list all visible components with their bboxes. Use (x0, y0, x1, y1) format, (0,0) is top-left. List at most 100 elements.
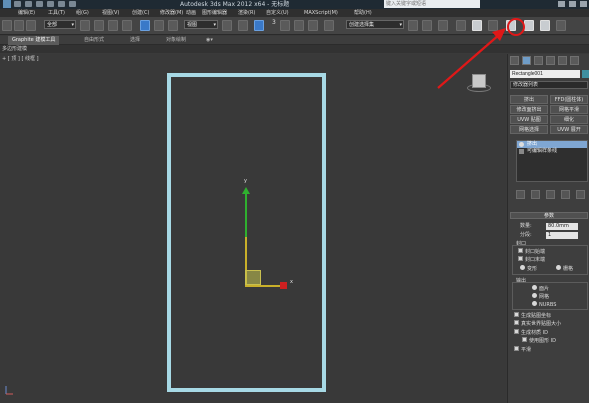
modifier-button-unwrap-uvw[interactable]: UVW 展开 (550, 125, 588, 134)
curve-editor-icon[interactable] (472, 20, 482, 31)
render-setup-icon[interactable] (524, 20, 534, 31)
object-color-swatch[interactable] (582, 70, 589, 78)
viewcube[interactable] (467, 72, 491, 94)
graphite-toggle-icon[interactable] (456, 20, 466, 31)
real-world-map-size-checkbox[interactable]: 真实世界贴图大小 (514, 320, 561, 328)
minimize-icon[interactable] (558, 1, 565, 7)
redo-icon[interactable] (58, 1, 65, 7)
modifier-button-meshsmooth[interactable]: 网格平滑 (550, 105, 588, 114)
ribbon-options-icon[interactable]: ◉▾ (206, 36, 213, 45)
polygon-modeling-label[interactable]: 多边形建模 (2, 45, 27, 53)
gen-material-ids-checkbox[interactable]: 生成材质 ID (514, 329, 548, 337)
viewport-label[interactable]: + [ 顶 ] [ 线框 ] (2, 55, 39, 62)
modifier-button-uvw-map[interactable]: UVW 贴图 (510, 115, 548, 124)
tab-graphite-modeling[interactable]: Graphite 建模工具 (8, 36, 60, 45)
tab-freeform[interactable]: 自由形式 (84, 36, 104, 45)
select-object-icon[interactable] (80, 20, 90, 31)
app-logo-icon[interactable] (3, 0, 11, 8)
select-and-move-icon[interactable] (140, 20, 150, 31)
modifier-list-dropdown[interactable]: 修改器列表 (510, 81, 588, 89)
display-tab-icon[interactable] (558, 56, 567, 65)
named-selection-dropdown[interactable]: 创建选择集 ▾ (346, 20, 404, 29)
keyboard-shortcut-override-icon[interactable] (254, 20, 264, 31)
parameters-rollout-header[interactable]: 参数 (510, 212, 588, 219)
remove-modifier-icon[interactable] (561, 190, 570, 199)
rectangular-selection-icon[interactable] (108, 20, 118, 31)
open-file-icon[interactable] (25, 1, 32, 7)
maximize-icon[interactable] (569, 1, 576, 7)
bind-space-warp-icon[interactable] (26, 20, 36, 31)
menu-modifiers[interactable]: 修改器(M) (160, 9, 183, 17)
stack-item-editable-spline[interactable]: 可编辑样条线 (517, 148, 587, 155)
gen-mapping-coords-checkbox[interactable]: 生成贴图坐标 (514, 312, 551, 320)
utilities-tab-icon[interactable] (570, 56, 579, 65)
menu-animation[interactable]: 动画 (186, 9, 196, 17)
edit-named-selection-icon[interactable] (324, 20, 334, 31)
select-by-name-icon[interactable] (94, 20, 104, 31)
modify-tab-icon[interactable] (522, 56, 531, 65)
amount-input[interactable]: 80.0mm (546, 223, 578, 230)
smooth-checkbox[interactable]: 平滑 (514, 346, 531, 354)
select-and-scale-icon[interactable] (168, 20, 178, 31)
gizmo-y-axis[interactable] (245, 193, 247, 238)
save-icon[interactable] (36, 1, 43, 7)
modifier-button-ffd-cyl[interactable]: FFD(圆柱体) (550, 95, 588, 104)
modifier-button-extrude[interactable]: 挤出 (510, 95, 548, 104)
align-icon[interactable] (422, 20, 432, 31)
cap-start-checkbox[interactable]: 封口始端 (518, 248, 545, 256)
rendered-frame-window-icon[interactable] (540, 20, 550, 31)
pivot-center-icon[interactable] (222, 20, 232, 31)
menu-maxscript[interactable]: MAXScript(M) (304, 9, 338, 17)
tab-selection[interactable]: 选择 (130, 36, 140, 45)
nurbs-radio[interactable]: NURBS (532, 301, 556, 309)
patch-radio[interactable]: 面片 (532, 285, 549, 293)
new-file-icon[interactable] (14, 1, 21, 7)
tab-object-paint[interactable]: 对象绘制 (166, 36, 186, 45)
mesh-radio[interactable]: 网格 (532, 293, 549, 301)
object-name-field[interactable] (510, 70, 580, 78)
modifier-button-face-extrude[interactable]: 修改面挤出 (510, 105, 548, 114)
cap-end-checkbox[interactable]: 封口末端 (518, 256, 545, 264)
spinner-snap-icon[interactable] (308, 20, 318, 31)
close-icon[interactable] (580, 1, 587, 7)
reference-coordinate-dropdown[interactable]: 视图 ▾ (184, 20, 218, 29)
menu-views[interactable]: 视图(V) (102, 9, 119, 17)
viewport-top[interactable]: + [ 顶 ] [ 线框 ] y x (0, 54, 506, 403)
select-and-rotate-icon[interactable] (154, 20, 164, 31)
render-production-icon[interactable] (556, 20, 566, 31)
angle-snap-icon[interactable] (280, 20, 290, 31)
gizmo-x-axis[interactable] (245, 285, 281, 287)
hierarchy-tab-icon[interactable] (534, 56, 543, 65)
layer-manager-icon[interactable] (438, 20, 448, 31)
link-icon[interactable] (14, 20, 24, 31)
morph-radio[interactable]: 变形 (520, 265, 537, 273)
menu-create[interactable]: 创建(C) (132, 9, 149, 17)
modifier-button-tessellate[interactable]: 细化 (550, 115, 588, 124)
snap-toggle-label[interactable]: 3 (272, 19, 276, 26)
menu-group[interactable]: 组(G) (76, 9, 89, 17)
stack-item-extrude[interactable]: 挤出 (517, 141, 587, 148)
modifier-button-mesh-select[interactable]: 网格选择 (510, 125, 548, 134)
menu-customize[interactable]: 自定义(U) (266, 9, 289, 17)
window-crossing-icon[interactable] (122, 20, 132, 31)
use-shape-ids-checkbox[interactable]: 使用图形 ID (522, 337, 556, 345)
undo-icon[interactable] (47, 1, 54, 7)
motion-tab-icon[interactable] (546, 56, 555, 65)
create-tab-icon[interactable] (510, 56, 519, 65)
undo-tool-icon[interactable] (2, 20, 12, 31)
lightbulb-icon[interactable] (519, 142, 524, 147)
mirror-icon[interactable] (408, 20, 418, 31)
grid-radio[interactable]: 栅格 (556, 265, 573, 273)
gizmo-xy-plane[interactable] (245, 270, 261, 285)
pin-stack-icon[interactable] (516, 190, 525, 199)
menu-rendering[interactable]: 渲染(R) (238, 9, 255, 17)
show-end-result-icon[interactable] (531, 190, 540, 199)
menu-graph-editors[interactable]: 图形编辑器 (202, 9, 227, 17)
expand-icon[interactable] (519, 149, 524, 154)
search-input[interactable] (384, 0, 480, 8)
menu-tools[interactable]: 工具(T) (48, 9, 65, 17)
viewcube-face[interactable] (472, 74, 486, 88)
menu-edit[interactable]: 编辑(E) (18, 9, 35, 17)
segments-input[interactable]: 1 (546, 232, 578, 239)
configure-sets-icon[interactable] (576, 190, 585, 199)
